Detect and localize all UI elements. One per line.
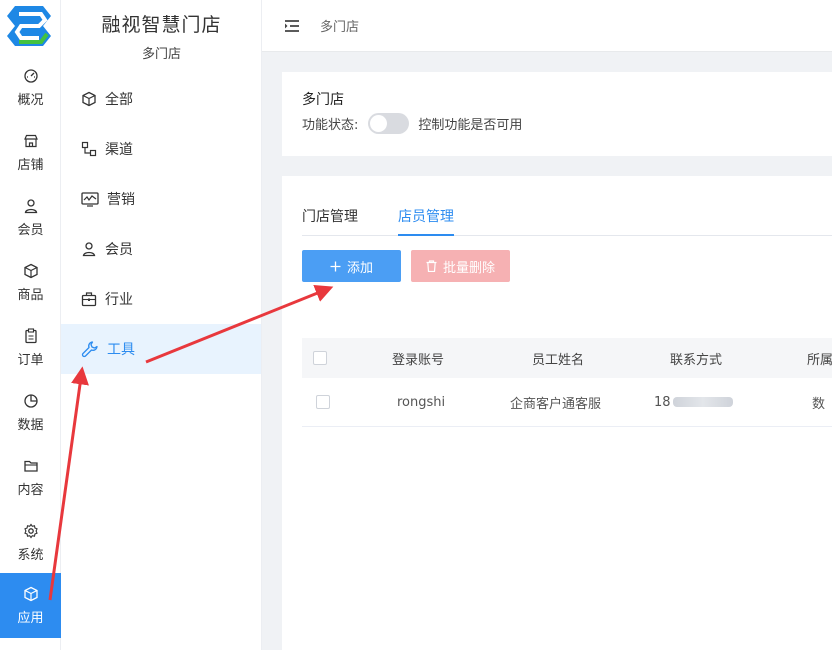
select-all-checkbox[interactable] — [313, 351, 327, 365]
submenu-item-label: 营销 — [107, 192, 135, 208]
submenu-item-label: 工具 — [107, 342, 135, 358]
table-header: 登录账号 员工姓名 联系方式 所属 — [302, 338, 832, 378]
rail-item-label: 数据 — [17, 417, 44, 433]
briefcase-icon — [81, 292, 97, 307]
row-checkbox[interactable] — [316, 395, 330, 409]
feature-status-row: 功能状态: 控制功能是否可用 — [302, 113, 522, 134]
submenu-item-industry[interactable]: 行业 — [61, 274, 261, 324]
submenu-item-marketing[interactable]: 营销 — [61, 174, 261, 224]
select-all-cell — [313, 338, 327, 378]
app-logo — [7, 6, 51, 46]
submenu-item-label: 会员 — [105, 242, 133, 258]
feature-toggle-hint: 控制功能是否可用 — [418, 118, 523, 133]
rail-item-label: 应用 — [17, 610, 44, 626]
batch-delete-button[interactable]: 批量删除 — [411, 250, 510, 282]
rail-item-system[interactable]: 系统 — [0, 510, 61, 575]
rail-item-label: 会员 — [17, 222, 44, 238]
pie-chart-icon — [23, 393, 38, 408]
redacted-phone — [672, 397, 733, 407]
cell-phone: 18 — [654, 378, 733, 426]
rail-item-apps[interactable]: 应用 — [0, 573, 61, 638]
rail-item-label: 内容 — [17, 482, 44, 498]
main-nav-rail: 概况 店铺 会员 商品 订单 数据 内容 系统 应用 — [0, 0, 61, 650]
add-button-label: 添加 — [346, 260, 373, 276]
rail-item-label: 概况 — [17, 92, 44, 108]
channel-icon — [81, 141, 97, 157]
feature-title: 多门店 — [302, 92, 344, 108]
rail-item-label: 店铺 — [17, 157, 44, 173]
rail-item-store[interactable]: 店铺 — [0, 120, 61, 185]
cell-account: rongshi — [397, 394, 446, 410]
batch-delete-label: 批量删除 — [442, 260, 495, 276]
rail-item-label: 订单 — [17, 352, 44, 368]
submenu-item-channel[interactable]: 渠道 — [61, 124, 261, 174]
folder-icon — [23, 460, 38, 472]
submenu-item-member[interactable]: 会员 — [61, 224, 261, 274]
cube-icon — [82, 91, 96, 107]
submenu-item-label: 渠道 — [105, 142, 133, 158]
tab-staff-management[interactable]: 店员管理 — [398, 206, 454, 236]
user-icon — [24, 198, 37, 213]
rail-item-overview[interactable]: 概况 — [0, 55, 61, 120]
app-subtitle: 多门店 — [141, 47, 181, 62]
menu-collapse-icon[interactable] — [284, 18, 300, 34]
submenu-item-label: 全部 — [105, 92, 133, 108]
rail-item-order[interactable]: 订单 — [0, 315, 61, 380]
tab-bar: 门店管理 店员管理 — [302, 206, 832, 236]
plus-icon — [330, 261, 341, 271]
column-header: 登录账号 — [392, 352, 445, 368]
table-row[interactable]: rongshi 企商客户通客服 18 数 — [302, 378, 832, 427]
app-submenu: 融视智慧门店 多门店 全部 渠道 营销 会员 行业 工具 — [61, 0, 262, 650]
breadcrumb[interactable]: 多门店 — [320, 16, 359, 35]
phone-prefix: 18 — [654, 394, 671, 410]
clipboard-icon — [24, 327, 37, 343]
tab-store-management[interactable]: 门店管理 — [302, 206, 358, 236]
rail-item-goods[interactable]: 商品 — [0, 250, 61, 315]
submenu-item-label: 行业 — [105, 292, 133, 308]
gear-icon — [23, 523, 38, 538]
app-title: 融视智慧门店 — [101, 14, 222, 36]
trash-icon — [426, 260, 437, 272]
rail-item-member[interactable]: 会员 — [0, 185, 61, 250]
row-select-cell — [316, 378, 330, 426]
user-icon — [82, 242, 96, 257]
submenu-item-all[interactable]: 全部 — [61, 74, 261, 124]
management-card: 门店管理 店员管理 添加 批量删除 登录账号 员工姓名 联系方式 所属 rong… — [282, 176, 832, 650]
top-bar: 多门店 — [262, 0, 832, 52]
feature-toggle-switch[interactable] — [368, 113, 410, 134]
box-icon — [23, 263, 38, 278]
feature-status-label: 功能状态: — [302, 118, 359, 133]
rail-item-data[interactable]: 数据 — [0, 380, 61, 445]
cube-icon — [23, 586, 38, 601]
submenu-item-tools[interactable]: 工具 — [61, 324, 261, 374]
rail-item-label: 系统 — [17, 547, 44, 563]
store-icon — [23, 134, 38, 147]
column-header: 员工姓名 — [532, 352, 585, 368]
staff-table: 登录账号 员工姓名 联系方式 所属 rongshi 企商客户通客服 18 数 — [302, 338, 832, 427]
column-header: 所属 — [807, 352, 832, 368]
wrench-icon — [81, 341, 98, 358]
cell-store: 数 — [812, 396, 826, 412]
dashboard-icon — [23, 68, 38, 83]
add-button[interactable]: 添加 — [302, 250, 401, 282]
rail-item-content[interactable]: 内容 — [0, 445, 61, 510]
cell-name: 企商客户通客服 — [510, 396, 602, 412]
rail-item-label: 商品 — [17, 287, 44, 303]
toggle-knob — [370, 115, 388, 132]
column-header: 联系方式 — [670, 352, 723, 368]
monitor-chart-icon — [81, 192, 99, 207]
feature-status-card: 多门店 功能状态: 控制功能是否可用 — [282, 72, 832, 156]
